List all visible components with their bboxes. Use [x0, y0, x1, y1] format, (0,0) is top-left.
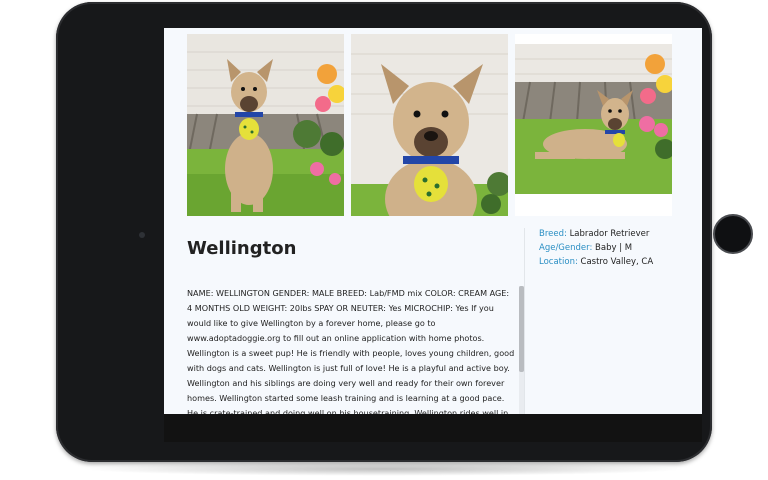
dog-description: NAME: WELLINGTON GENDER: MALE BREED: Lab… — [187, 288, 515, 414]
location-info: Location: Castro Valley, CA — [539, 257, 653, 267]
age-gender-value: Baby | M — [595, 243, 633, 253]
dog-photo-lying[interactable] — [515, 44, 672, 194]
tablet-device: Wellington Breed: Labrador Retriever Age… — [56, 2, 753, 462]
age-gender-info: Age/Gender: Baby | M — [539, 243, 632, 253]
tablet-screen: Wellington Breed: Labrador Retriever Age… — [164, 28, 702, 442]
description-scroll-area[interactable]: NAME: WELLINGTON GENDER: MALE BREED: Lab… — [187, 286, 522, 414]
camera-icon — [139, 232, 145, 238]
breed-info: Breed: Labrador Retriever — [539, 229, 649, 239]
breed-value: Labrador Retriever — [569, 229, 650, 239]
tablet-shadow — [80, 462, 688, 476]
dog-name-title: Wellington — [187, 238, 297, 259]
breed-label: Breed: — [539, 229, 567, 239]
home-button[interactable] — [713, 214, 753, 254]
dog-photo-closeup[interactable] — [351, 34, 508, 216]
description-scrollbar[interactable] — [519, 286, 524, 414]
sidebar-divider — [524, 228, 525, 414]
screen-bottom-bar — [164, 414, 702, 442]
dog-photo-sitting[interactable] — [187, 34, 344, 216]
location-label: Location: — [539, 257, 578, 267]
scrollbar-thumb[interactable] — [519, 286, 524, 372]
age-gender-label: Age/Gender: — [539, 243, 593, 253]
location-value: Castro Valley, CA — [580, 257, 654, 267]
